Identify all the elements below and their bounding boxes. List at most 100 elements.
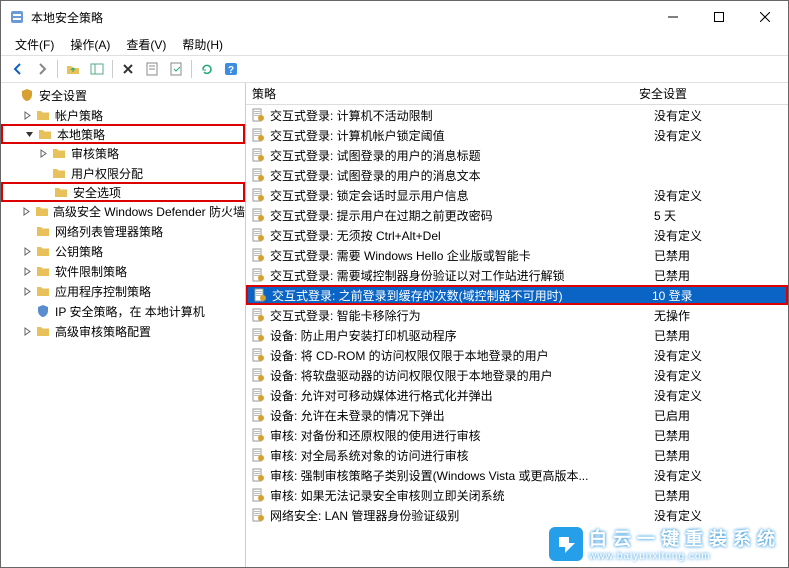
close-button[interactable] <box>742 1 788 33</box>
policy-row[interactable]: 交互式登录: 计算机帐户锁定阈值没有定义 <box>246 125 788 145</box>
policy-icon <box>250 387 266 403</box>
tree-label: 审核策略 <box>71 145 119 162</box>
window-frame: 本地安全策略 文件(F) 操作(A) 查看(V) 帮助(H) ? 安全 <box>0 0 789 568</box>
policy-icon <box>250 187 266 203</box>
expander-icon[interactable] <box>21 285 33 297</box>
policy-setting: 已禁用 <box>648 447 788 464</box>
tree-item[interactable]: 本地策略 <box>1 124 245 144</box>
forward-button[interactable] <box>31 58 53 80</box>
policy-row[interactable]: 交互式登录: 计算机不活动限制没有定义 <box>246 105 788 125</box>
policy-setting: 没有定义 <box>648 467 788 484</box>
tree-item[interactable]: 审核策略 <box>1 143 245 163</box>
expander-icon[interactable] <box>39 186 51 198</box>
properties-button[interactable] <box>141 58 163 80</box>
expander-icon[interactable] <box>21 109 33 121</box>
policy-name: 交互式登录: 试图登录的用户的消息标题 <box>270 147 648 164</box>
policy-name: 设备: 防止用户安装打印机驱动程序 <box>270 327 648 344</box>
tree-item[interactable]: 应用程序控制策略 <box>1 281 245 301</box>
tree-item[interactable]: 安全选项 <box>1 182 245 202</box>
policy-row[interactable]: 交互式登录: 试图登录的用户的消息文本 <box>246 165 788 185</box>
policy-row[interactable]: 审核: 对备份和还原权限的使用进行审核已禁用 <box>246 425 788 445</box>
toolbar: ? <box>1 55 788 83</box>
folder-icon <box>35 243 51 259</box>
tree-item[interactable]: 高级审核策略配置 <box>1 321 245 341</box>
folder-icon <box>35 323 51 339</box>
expander-icon[interactable] <box>21 245 33 257</box>
policy-row[interactable]: 审核: 对全局系统对象的访问进行审核已禁用 <box>246 445 788 465</box>
menu-help[interactable]: 帮助(H) <box>174 34 231 55</box>
policy-row[interactable]: 交互式登录: 之前登录到缓存的次数(域控制器不可用时)10 登录 <box>246 285 788 305</box>
policy-icon <box>250 447 266 463</box>
folder-icon <box>53 184 69 200</box>
tree-item[interactable]: 公钥策略 <box>1 241 245 261</box>
policy-icon <box>250 267 266 283</box>
policy-row[interactable]: 交互式登录: 提示用户在过期之前更改密码5 天 <box>246 205 788 225</box>
policy-row[interactable]: 交互式登录: 需要 Windows Hello 企业版或智能卡已禁用 <box>246 245 788 265</box>
column-setting[interactable]: 安全设置 <box>633 85 788 102</box>
folder-icon <box>34 203 49 219</box>
policy-row[interactable]: 网络安全: LAN 管理器身份验证级别没有定义 <box>246 505 788 525</box>
policy-row[interactable]: 交互式登录: 锁定会话时显示用户信息没有定义 <box>246 185 788 205</box>
menu-action[interactable]: 操作(A) <box>62 34 118 55</box>
maximize-button[interactable] <box>696 1 742 33</box>
policy-name: 交互式登录: 之前登录到缓存的次数(域控制器不可用时) <box>272 287 646 304</box>
export-button[interactable] <box>165 58 187 80</box>
expander-icon[interactable] <box>37 147 49 159</box>
expander-icon[interactable] <box>21 265 33 277</box>
policy-setting: 没有定义 <box>648 227 788 244</box>
menu-view[interactable]: 查看(V) <box>118 34 174 55</box>
expander-icon[interactable] <box>21 325 33 337</box>
expander-icon[interactable] <box>21 305 33 317</box>
expander-icon[interactable] <box>23 128 35 140</box>
menu-file[interactable]: 文件(F) <box>7 34 62 55</box>
policy-setting: 无操作 <box>648 307 788 324</box>
up-button[interactable] <box>62 58 84 80</box>
policy-row[interactable]: 交互式登录: 试图登录的用户的消息标题 <box>246 145 788 165</box>
policy-icon <box>252 287 268 303</box>
policy-row[interactable]: 审核: 强制审核策略子类别设置(Windows Vista 或更高版本...没有… <box>246 465 788 485</box>
minimize-button[interactable] <box>650 1 696 33</box>
tree-item[interactable]: 网络列表管理器策略 <box>1 221 245 241</box>
expander-icon[interactable] <box>21 225 33 237</box>
policy-row[interactable]: 交互式登录: 智能卡移除行为无操作 <box>246 305 788 325</box>
delete-button[interactable] <box>117 58 139 80</box>
folder-icon <box>35 107 51 123</box>
window-controls <box>650 1 788 33</box>
policy-name: 审核: 强制审核策略子类别设置(Windows Vista 或更高版本... <box>270 467 648 484</box>
tree-label: 软件限制策略 <box>55 263 127 280</box>
policy-row[interactable]: 设备: 将 CD-ROM 的访问权限仅限于本地登录的用户没有定义 <box>246 345 788 365</box>
expander-icon[interactable] <box>21 205 32 217</box>
policy-setting: 没有定义 <box>648 367 788 384</box>
policy-row[interactable]: 审核: 如果无法记录安全审核则立即关闭系统已禁用 <box>246 485 788 505</box>
policy-row[interactable]: 设备: 防止用户安装打印机驱动程序已禁用 <box>246 325 788 345</box>
policy-icon <box>250 327 266 343</box>
policy-name: 交互式登录: 无须按 Ctrl+Alt+Del <box>270 227 648 244</box>
policy-name: 交互式登录: 计算机不活动限制 <box>270 107 648 124</box>
help-button[interactable]: ? <box>220 58 242 80</box>
policy-icon <box>250 147 266 163</box>
tree-pane[interactable]: 安全设置 帐户策略本地策略审核策略用户权限分配安全选项高级安全 Windows … <box>1 83 246 567</box>
tree-item[interactable]: 软件限制策略 <box>1 261 245 281</box>
watermark-text: 白云一键重装系统 www.baiyunxitong.com <box>589 525 781 562</box>
column-policy[interactable]: 策略 <box>246 85 633 102</box>
policy-row[interactable]: 设备: 允许在未登录的情况下弹出已启用 <box>246 405 788 425</box>
tree-label: 本地策略 <box>57 126 105 143</box>
list-body[interactable]: 交互式登录: 计算机不活动限制没有定义交互式登录: 计算机帐户锁定阈值没有定义交… <box>246 105 788 567</box>
policy-icon <box>250 107 266 123</box>
tree-item[interactable]: 高级安全 Windows Defender 防火墙 <box>1 201 245 221</box>
policy-row[interactable]: 设备: 允许对可移动媒体进行格式化并弹出没有定义 <box>246 385 788 405</box>
policy-row[interactable]: 设备: 将软盘驱动器的访问权限仅限于本地登录的用户没有定义 <box>246 365 788 385</box>
policy-row[interactable]: 交互式登录: 需要域控制器身份验证以对工作站进行解锁已禁用 <box>246 265 788 285</box>
tree-item[interactable]: 用户权限分配 <box>1 163 245 183</box>
policy-row[interactable]: 交互式登录: 无须按 Ctrl+Alt+Del没有定义 <box>246 225 788 245</box>
tree-item[interactable]: IP 安全策略，在 本地计算机 <box>1 301 245 321</box>
show-hide-tree-button[interactable] <box>86 58 108 80</box>
policy-name: 网络安全: LAN 管理器身份验证级别 <box>270 507 648 524</box>
tree-item[interactable]: 帐户策略 <box>1 105 245 125</box>
tree-label: IP 安全策略，在 本地计算机 <box>55 303 205 320</box>
refresh-button[interactable] <box>196 58 218 80</box>
expander-icon[interactable] <box>37 167 49 179</box>
tree-root[interactable]: 安全设置 <box>1 85 245 105</box>
back-button[interactable] <box>7 58 29 80</box>
policy-icon <box>250 127 266 143</box>
